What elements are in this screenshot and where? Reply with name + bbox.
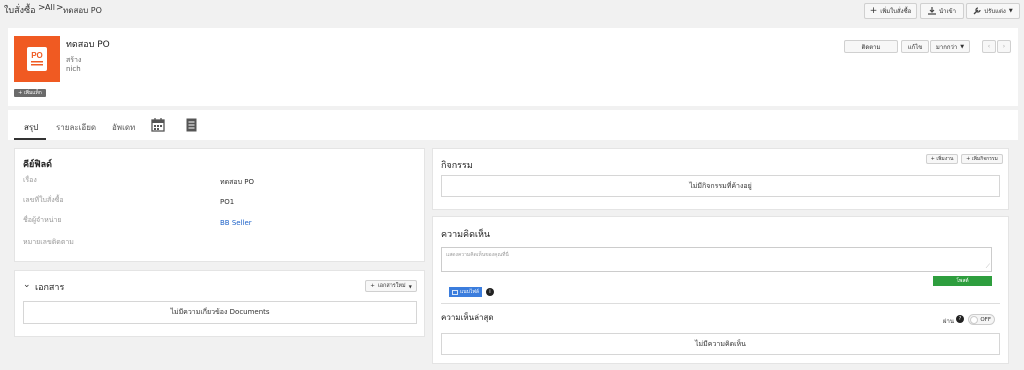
key-fields-title: คีย์ฟิลด์ [23,160,53,170]
more-button[interactable]: มากกว่า ▼ [930,40,970,53]
tab-bar: สรุป รายละเอียด อัพเดท [8,110,1018,140]
new-document-button[interactable]: + เอกสารใหม่ ▼ [365,280,417,292]
comment-placeholder: แสดงความคิดเห็นของคุณที่นี่ [446,252,509,258]
add-po-label: เพิ่มใบสั่งซื้อ [880,8,912,15]
add-activity-button[interactable]: + เพิ่มกิจกรรม [961,154,1003,164]
divider [441,303,1000,304]
chevron-right-icon: › [1002,43,1006,50]
activities-card: กิจกรรม + เพิ่มงาน + เพิ่มกิจกรรม ไม่มีก… [432,148,1009,210]
calendar-icon[interactable] [151,118,165,132]
help-icon[interactable]: ? [956,315,964,323]
comments-card: ความคิดเห็น แสดงความคิดเห็นของคุณที่นี่ … [432,216,1009,364]
attach-file-label: แนบไฟล์ [460,289,479,295]
record-title: ทดสอบ PO [66,40,110,50]
plus-icon: + [869,6,878,16]
activities-empty-state: ไม่มีกิจกรรมที่ค้างอยู่ [441,175,1000,197]
tab-update[interactable]: อัพเดท [112,121,135,134]
field-label-po-number: เลขที่ใบสั่งซื้อ [23,196,64,204]
active-tab-indicator [14,138,46,140]
import-button[interactable]: นำเข้า [920,3,964,19]
field-value-subject: ทดสอบ PO [220,178,255,186]
top-bar: ใบสั่งซื้อ > All > ทดสอบ PO + เพิ่มใบสั่… [0,0,1024,22]
caret-down-icon: ▼ [960,43,965,50]
documents-card: ⌄ เอกสาร + เอกสารใหม่ ▼ ไม่มีความเกี่ยวข… [14,270,425,337]
comment-input[interactable]: แสดงความคิดเห็นของคุณที่นี่ ⟋ [441,247,992,272]
po-icon: PO [14,36,60,82]
breadcrumb-all[interactable]: All [45,3,55,12]
resize-handle-icon[interactable]: ⟋ [986,263,990,271]
add-event-button[interactable]: + เพิ่มงาน [926,154,958,164]
activities-title: กิจกรรม [441,161,473,171]
toggle-label: ผ่าน [943,318,954,325]
caret-down-icon: ▼ [1008,8,1013,14]
comments-empty-state: ไม่มีความคิดเห็น [441,333,1000,355]
field-label-vendor: ชื่อผู้จำหน่าย [23,216,62,224]
more-label: มากกว่า [935,43,958,51]
wrench-icon [973,7,981,15]
customize-button[interactable]: ปรับแต่ง ▼ [966,3,1020,19]
key-fields-card: คีย์ฟิลด์ เรื่อง ทดสอบ PO เลขที่ใบสั่งซื… [14,148,425,262]
comments-title: ความคิดเห็น [441,230,491,240]
field-label-tracking: หมายเลขติดตาม [23,238,74,246]
prev-record-button[interactable]: ‹ [982,40,996,53]
add-po-button[interactable]: + เพิ่มใบสั่งซื้อ [864,3,917,19]
field-value-po-number: PO1 [220,198,235,206]
toggle-knob [970,316,978,324]
customize-label: ปรับแต่ง [984,8,1006,15]
tab-detail[interactable]: รายละเอียด [56,121,96,134]
attach-file-button[interactable]: แนบไฟล์ [449,287,482,297]
latest-comments-title: ความเห็นล่าสุด [441,313,494,322]
record-header: PO ทดสอบ PO สร้าง nich + เพิ่มแท็ก ติดตา… [8,28,1018,106]
next-record-button[interactable]: › [997,40,1011,53]
follow-button[interactable]: ติดตาม [844,40,898,53]
field-label-subject: เรื่อง [23,176,37,184]
post-comment-button[interactable]: โพสต์ [933,276,992,286]
download-icon [928,7,936,15]
document-list-icon[interactable] [186,118,197,132]
toggle-state-label: OFF [980,316,991,323]
new-document-label: เอกสารใหม่ [377,283,406,289]
collapse-chevron-icon[interactable]: ⌄ [23,280,31,290]
tab-summary[interactable]: สรุป [24,121,38,134]
plus-icon: + [370,283,375,289]
breadcrumb-current: ทดสอบ PO [63,6,102,15]
field-value-vendor-link[interactable]: BB Seller [220,219,252,227]
info-icon[interactable]: i [486,288,494,296]
paperclip-icon [452,289,458,295]
add-tag-button[interactable]: + เพิ่มแท็ก [14,89,46,97]
chevron-left-icon: ‹ [987,43,991,50]
svg-text:PO: PO [31,51,43,60]
documents-empty-state: ไม่มีความเกี่ยวข้อง Documents [23,301,417,324]
breadcrumb-root[interactable]: ใบสั่งซื้อ [4,3,36,17]
documents-title: เอกสาร [35,283,65,293]
comments-toggle-switch[interactable]: OFF [968,314,995,325]
record-subtitle-owner: nich [66,65,81,73]
caret-down-icon: ▼ [408,283,412,289]
import-label: นำเข้า [939,8,956,15]
edit-button[interactable]: แก้ไข [901,40,929,53]
